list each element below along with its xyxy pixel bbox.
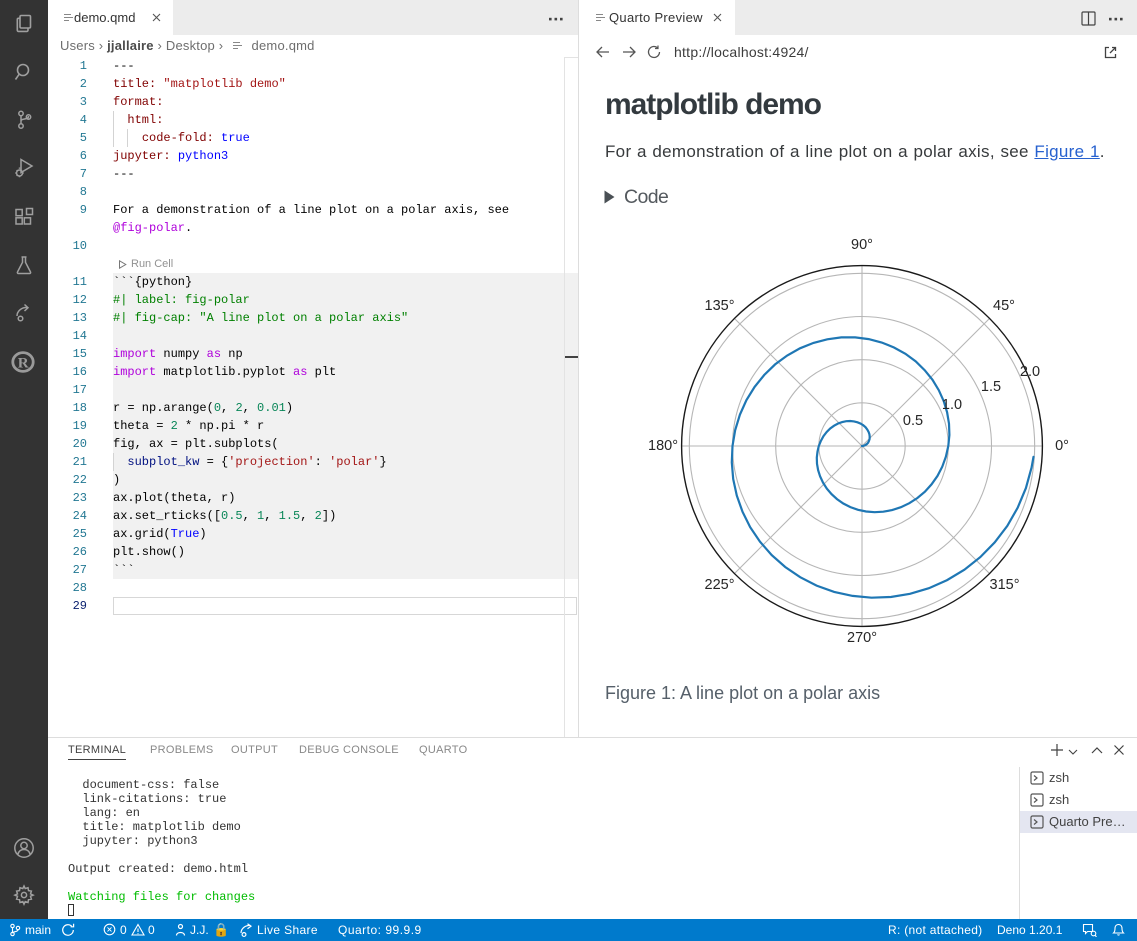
svg-text:0°: 0° [1055, 438, 1069, 454]
svg-text:270°: 270° [847, 630, 877, 646]
svg-text:45°: 45° [993, 298, 1015, 314]
svg-text:135°: 135° [705, 298, 735, 314]
svg-text:315°: 315° [990, 577, 1020, 593]
svg-text:1.5: 1.5 [981, 379, 1001, 395]
svg-text:225°: 225° [705, 577, 735, 593]
svg-text:2.0: 2.0 [1020, 364, 1040, 380]
svg-text:R: R [18, 356, 29, 372]
svg-text:0.5: 0.5 [903, 413, 923, 429]
svg-text:1.0: 1.0 [942, 397, 962, 413]
svg-text:180°: 180° [648, 438, 678, 454]
svg-text:90°: 90° [851, 237, 873, 253]
